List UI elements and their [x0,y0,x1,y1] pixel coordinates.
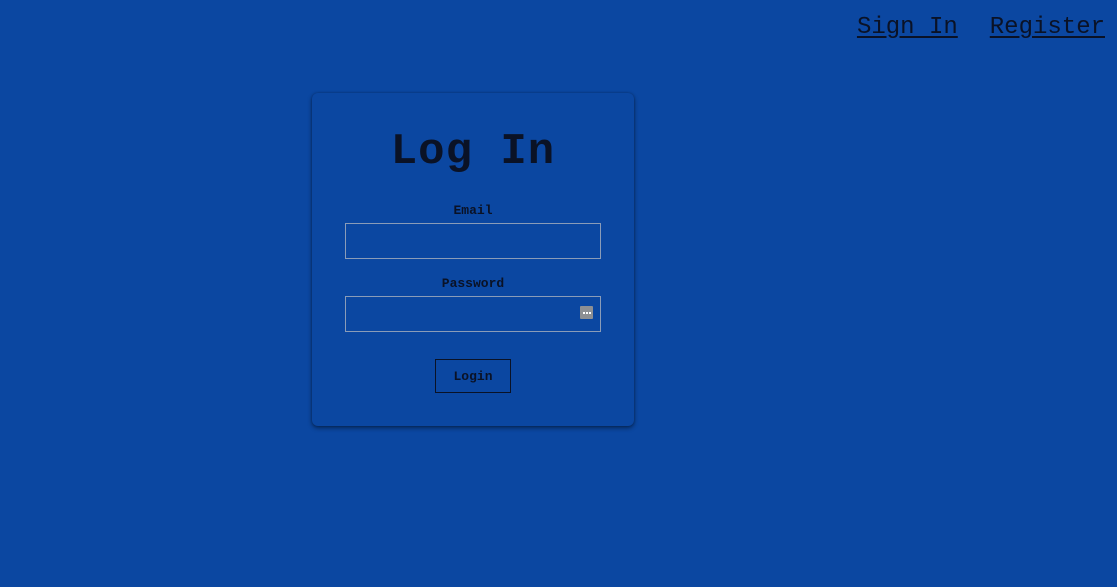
password-field[interactable] [345,296,601,332]
page-title: Log In [390,127,556,177]
register-link[interactable]: Register [990,14,1105,41]
email-field[interactable] [345,223,601,259]
more-dots-icon[interactable] [580,306,593,319]
email-label: Email [453,203,493,218]
login-card: Log In Email Password Login [312,93,634,426]
top-nav: Sign In Register [857,14,1105,41]
login-button[interactable]: Login [435,359,511,393]
password-label: Password [441,276,505,291]
sign-in-link[interactable]: Sign In [857,14,958,41]
